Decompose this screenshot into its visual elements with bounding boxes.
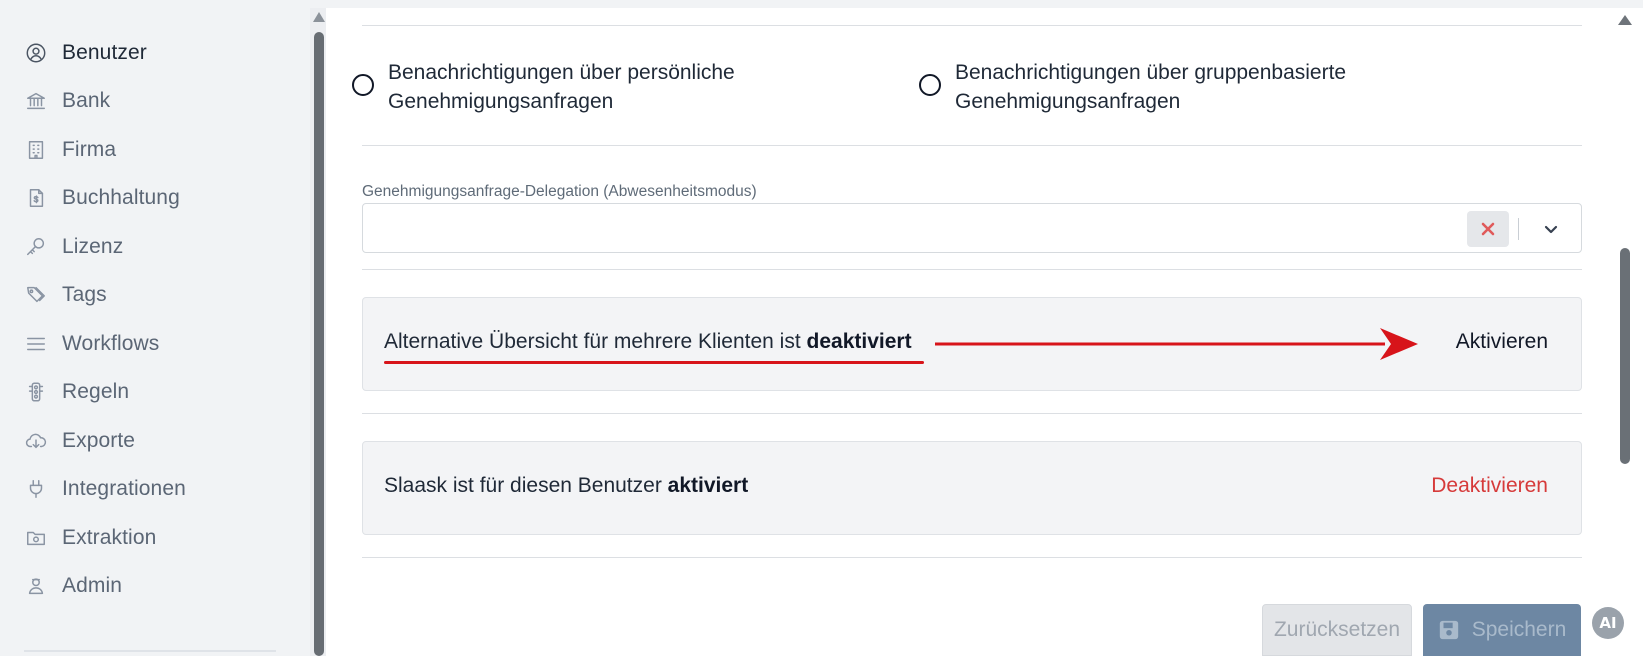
sidebar: Benutzer Bank Firma Buchhaltung Lizenz T…	[0, 0, 310, 656]
chevron-down-icon	[1544, 225, 1558, 234]
main-scrollbar-thumb[interactable]	[1620, 248, 1630, 464]
admin-person-icon	[24, 574, 48, 598]
sidebar-item-label: Lizenz	[62, 235, 124, 258]
activate-multi-client-button[interactable]: Aktivieren	[1456, 330, 1548, 354]
list-lines-icon	[24, 332, 48, 356]
radio-label: Benachrichtigungen über persönliche Gene…	[388, 61, 735, 113]
sidebar-item-benutzer[interactable]: Benutzer	[24, 33, 147, 73]
divider	[362, 269, 1582, 270]
bank-icon	[24, 89, 48, 113]
sidebar-item-lizenz[interactable]: Lizenz	[24, 227, 123, 267]
deactivate-slaask-button[interactable]: Deaktivieren	[1431, 474, 1548, 498]
sidebar-item-buchhaltung[interactable]: Buchhaltung	[24, 178, 180, 218]
close-icon	[1481, 222, 1495, 236]
floppy-disk-icon	[1439, 620, 1458, 640]
reset-button[interactable]: Zurücksetzen	[1262, 604, 1412, 656]
cloud-download-icon	[24, 429, 48, 453]
slaask-status-text: Slaask ist für diesen Benutzer aktiviert	[384, 474, 748, 498]
slaask-text-prefix: Slaask ist für diesen Benutzer	[384, 474, 668, 497]
sidebar-scrollbar-thumb[interactable]	[314, 32, 324, 656]
folder-gear-icon	[24, 526, 48, 550]
sidebar-item-tags[interactable]: Tags	[24, 275, 107, 315]
slaask-status: aktiviert	[667, 474, 749, 497]
multi-client-overview-panel: Alternative Übersicht für mehrere Klient…	[362, 297, 1582, 391]
sidebar-item-label: Tags	[62, 283, 107, 306]
scroll-up-arrow-icon[interactable]	[313, 12, 325, 22]
radio-circle-icon[interactable]	[352, 74, 374, 96]
annotation-underline	[384, 361, 924, 364]
save-label: Speichern	[1471, 618, 1567, 641]
sidebar-item-firma[interactable]: Firma	[24, 130, 116, 170]
radio-personal-notifications[interactable]: Benachrichtigungen über persönliche Gene…	[352, 58, 808, 116]
invoice-icon	[24, 186, 48, 210]
sidebar-item-label: Exporte	[62, 429, 136, 452]
multi-client-status: deaktiviert	[806, 330, 912, 353]
sidebar-item-integrationen[interactable]: Integrationen	[24, 469, 186, 509]
sidebar-item-extraktion[interactable]: Extraktion	[24, 518, 156, 558]
sidebar-item-label: Benutzer	[62, 41, 147, 64]
sidebar-item-label: Extraktion	[62, 526, 157, 549]
traffic-light-icon	[24, 380, 48, 404]
multi-client-text-prefix: Alternative Übersicht für mehrere Klient…	[384, 330, 807, 353]
select-separator	[1518, 218, 1519, 240]
sidebar-item-label: Admin	[62, 574, 123, 597]
building-icon	[24, 138, 48, 162]
sidebar-item-label: Bank	[62, 89, 111, 112]
save-button[interactable]: Speichern	[1423, 604, 1581, 656]
divider	[362, 557, 1582, 558]
annotation-arrow-icon	[935, 328, 1418, 360]
radio-group-notifications[interactable]: Benachrichtigungen über gruppenbasierte …	[919, 58, 1375, 116]
delegation-select[interactable]	[362, 203, 1582, 253]
reset-label: Zurücksetzen	[1273, 618, 1401, 641]
dropdown-toggle[interactable]	[1539, 218, 1563, 240]
sidebar-item-label: Workflows	[62, 332, 160, 355]
slaask-panel: Slaask ist für diesen Benutzer aktiviert…	[362, 441, 1582, 535]
divider	[362, 145, 1582, 146]
key-icon	[24, 235, 48, 259]
sidebar-item-workflows[interactable]: Workflows	[24, 324, 159, 364]
delegation-label: Genehmigungsanfrage-Delegation (Abwesenh…	[362, 183, 757, 200]
settings-panel: Benachrichtigungen über persönliche Gene…	[326, 8, 1616, 656]
sidebar-item-admin[interactable]: Admin	[24, 566, 122, 606]
sidebar-item-bank[interactable]: Bank	[24, 81, 110, 121]
sidebar-divider	[24, 650, 276, 652]
ai-assistant-button[interactable]: AI	[1592, 607, 1624, 639]
multi-client-status-text: Alternative Übersicht für mehrere Klient…	[384, 330, 912, 354]
sidebar-item-exporte[interactable]: Exporte	[24, 421, 135, 461]
tags-icon	[24, 283, 48, 307]
sidebar-item-label: Buchhaltung	[62, 186, 180, 209]
divider	[362, 413, 1582, 414]
sidebar-item-label: Firma	[62, 138, 117, 161]
clear-selection-button[interactable]	[1467, 211, 1509, 247]
radio-label: Benachrichtigungen über gruppenbasierte …	[955, 61, 1347, 113]
sidebar-item-regeln[interactable]: Regeln	[24, 372, 129, 412]
plug-icon	[24, 477, 48, 501]
sidebar-item-label: Regeln	[62, 380, 130, 403]
radio-circle-icon[interactable]	[919, 74, 941, 96]
scroll-up-arrow-icon[interactable]	[1618, 15, 1632, 25]
sidebar-item-label: Integrationen	[62, 477, 186, 500]
user-circle-icon	[24, 41, 48, 65]
divider	[362, 25, 1582, 26]
